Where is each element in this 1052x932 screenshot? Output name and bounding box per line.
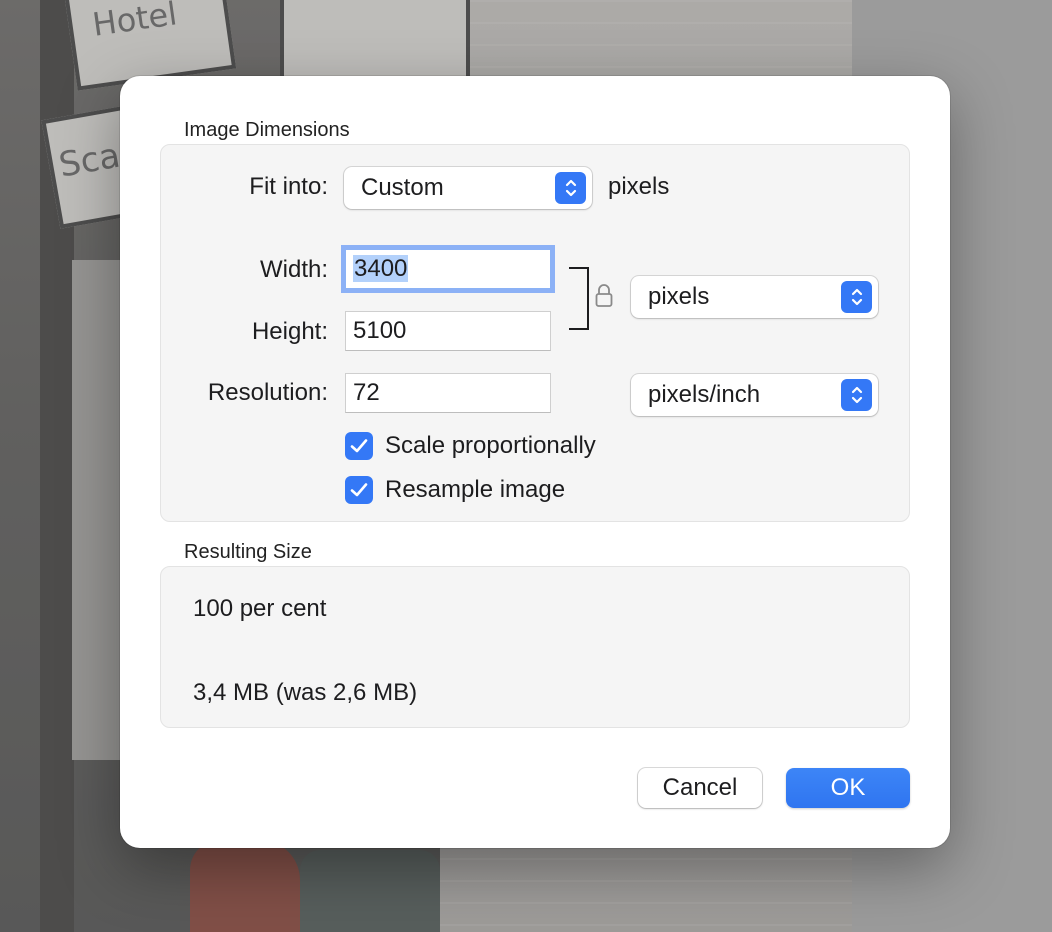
popup-chevrons-icon [555,172,586,204]
lock-icon[interactable] [594,283,614,309]
popup-chevrons-icon [841,281,872,313]
checkmark-icon [345,476,373,504]
resolution-unit-value: pixels/inch [648,381,761,408]
checkmark-icon [345,432,373,460]
scale-proportionally-label: Scale proportionally [385,432,596,459]
fit-into-label: Fit into: [249,173,328,200]
resample-image-checkbox[interactable]: Resample image [345,476,565,504]
image-dimensions-panel: Fit into: Custom pixels Width: 3400 Heig… [160,144,910,522]
resolution-field[interactable]: 72 [345,373,551,413]
width-label: Width: [259,256,328,283]
width-field[interactable]: 3400 [345,249,551,289]
fit-into-popup[interactable]: Custom [344,167,592,209]
proportion-bracket [569,267,589,330]
resulting-percent: 100 per cent [193,595,327,622]
resulting-file-size: 3,4 MB (was 2,6 MB) [193,679,418,706]
height-value: 5100 [353,317,407,344]
size-unit-popup[interactable]: pixels [631,276,878,318]
popup-chevrons-icon [841,379,872,411]
resolution-unit-popup[interactable]: pixels/inch [631,374,878,416]
resample-image-label: Resample image [385,476,566,503]
resulting-size-title: Resulting Size [184,541,312,563]
adjust-size-dialog: Image Dimensions Fit into: Custom pixels… [120,76,950,848]
image-dimensions-title: Image Dimensions [184,119,350,141]
ok-button[interactable]: OK [786,768,910,808]
resulting-size-panel: 100 per cent 3,4 MB (was 2,6 MB) [160,566,910,728]
scale-proportionally-checkbox[interactable]: Scale proportionally [345,432,596,460]
fit-into-value: Custom [361,174,444,201]
width-value: 3400 [353,255,409,282]
resolution-value: 72 [353,379,380,406]
cancel-button[interactable]: Cancel [638,768,762,808]
resolution-label: Resolution: [207,379,328,406]
height-field[interactable]: 5100 [345,311,551,351]
height-label: Height: [251,318,328,345]
fit-into-unit: pixels [608,173,670,200]
size-unit-value: pixels [648,283,710,310]
